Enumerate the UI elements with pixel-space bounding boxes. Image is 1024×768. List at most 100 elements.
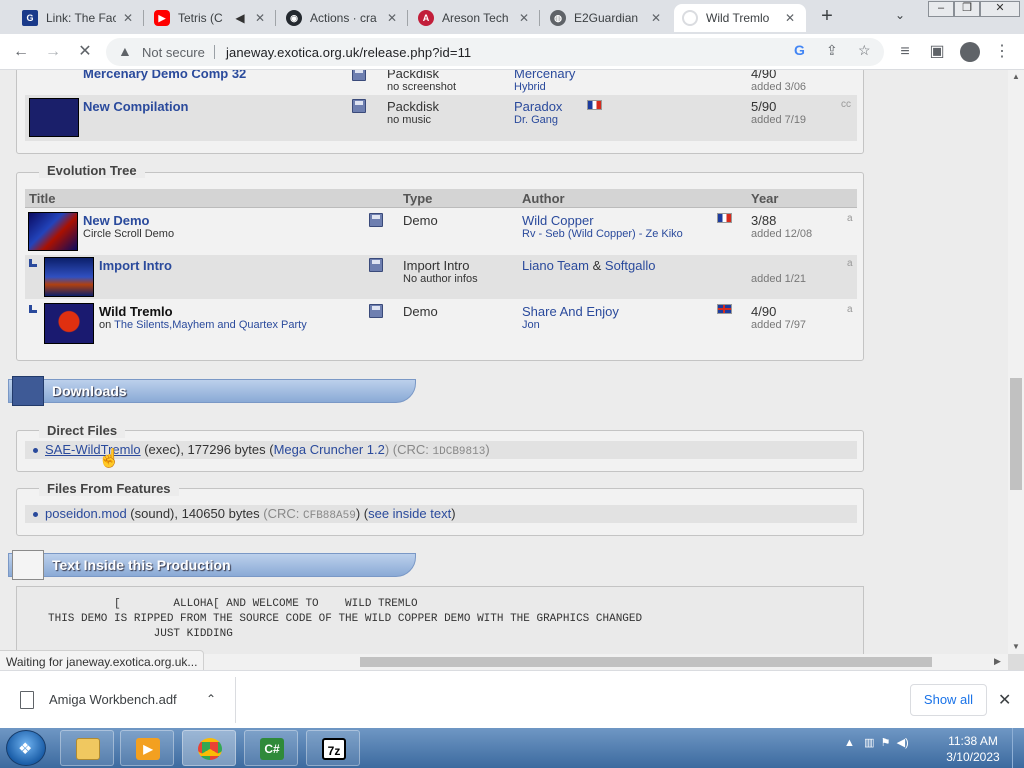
scroll-right-icon[interactable]: ▶ xyxy=(994,656,1001,667)
cruncher-link[interactable]: Mega Cruncher 1.2 xyxy=(274,442,385,457)
close-tab-icon[interactable]: ✕ xyxy=(516,11,532,25)
tab-actions[interactable]: ◉ Actions · cra ✕ xyxy=(278,4,408,32)
restore-window-button[interactable]: ❐ xyxy=(954,1,980,17)
compilation-author[interactable]: Mercenary xyxy=(514,70,575,81)
side-panel-icon[interactable]: ▣ xyxy=(926,41,948,63)
table-row: Wild Tremlo on The Silents,Mayhem and Qu… xyxy=(25,301,857,347)
column-header-type[interactable]: Type xyxy=(403,191,432,206)
production-author[interactable]: Wild Copper xyxy=(522,213,594,228)
tab-link-the-fac[interactable]: G Link: The Fac ✕ xyxy=(14,4,144,32)
vertical-scrollbar[interactable]: ▲ ▼ xyxy=(1008,70,1024,654)
close-tab-icon[interactable]: ✕ xyxy=(648,11,664,25)
tab-wild-tremlo[interactable]: Wild Tremlo ✕ xyxy=(674,4,806,32)
floppy-disk-icon xyxy=(369,213,383,227)
start-button[interactable]: ❖ xyxy=(6,730,46,766)
see-inside-text-link[interactable]: see inside text xyxy=(368,506,451,521)
scroll-down-icon[interactable]: ▼ xyxy=(1012,642,1020,651)
areson-icon: A xyxy=(418,10,434,26)
close-shelf-icon[interactable]: ✕ xyxy=(998,690,1011,710)
bullet-icon xyxy=(33,448,38,453)
network-icon[interactable]: ▥ xyxy=(864,737,874,749)
tab-search-chevron-icon[interactable]: ⌄ xyxy=(895,8,905,22)
production-author-members[interactable]: Jon xyxy=(522,319,540,331)
chevron-up-icon[interactable]: ⌃ xyxy=(206,692,216,706)
google-lens-icon[interactable]: G xyxy=(794,42,805,58)
production-title[interactable]: Import Intro xyxy=(99,258,172,273)
compilation-thumbnail[interactable] xyxy=(29,98,79,137)
scrollbar-thumb[interactable] xyxy=(360,657,932,667)
show-desktop-button[interactable] xyxy=(1012,728,1024,768)
feature-file-link[interactable]: poseidon.mod xyxy=(45,506,127,521)
tab-areson-tech[interactable]: A Areson Tech ✕ xyxy=(410,4,540,32)
audio-playing-icon[interactable]: ◀ xyxy=(232,11,248,25)
warning-triangle-icon[interactable]: ▲ xyxy=(118,43,132,59)
text-inside-title: Text Inside this Production xyxy=(52,557,231,573)
production-title[interactable]: New Demo xyxy=(83,213,149,228)
table-header: Title Type Author Year xyxy=(25,189,857,208)
author-link[interactable]: Softgallo xyxy=(605,258,656,273)
new-tab-button[interactable]: + xyxy=(816,6,838,28)
compilation-title[interactable]: Mercenary Demo Comp 32 xyxy=(83,70,246,81)
back-arrow-icon[interactable]: ← xyxy=(10,41,32,63)
taskbar-explorer[interactable] xyxy=(60,730,114,766)
close-tab-icon[interactable]: ✕ xyxy=(384,11,400,25)
menu-kebab-icon[interactable]: ⋮ xyxy=(991,41,1013,63)
scroll-up-icon[interactable]: ▲ xyxy=(1012,72,1020,81)
action-center-flag-icon[interactable]: ⚑ xyxy=(881,737,891,749)
stop-loading-icon[interactable]: ✕ xyxy=(74,41,96,63)
bullet-icon xyxy=(33,512,38,517)
show-hidden-icons-icon[interactable]: ▲ xyxy=(844,737,855,749)
download-file-link[interactable]: SAE-WildTremlo xyxy=(45,442,141,457)
media-player-icon: ▶ xyxy=(136,738,160,760)
floppy-disk-icon xyxy=(369,304,383,318)
tab-tetris[interactable]: ▶ Tetris (C ◀ ✕ xyxy=(146,4,276,32)
taskbar-csharp[interactable]: C# xyxy=(244,730,298,766)
compilation-type: Packdisk xyxy=(387,99,440,114)
compilation-group[interactable]: Hybrid xyxy=(514,81,546,93)
url-text[interactable]: janeway.exotica.org.uk/release.php?id=11 xyxy=(226,45,471,60)
media-control-icon[interactable]: ≡ xyxy=(894,41,916,63)
platform-code: cc xyxy=(841,99,851,110)
tab-e2guardian[interactable]: ◍ E2Guardian ✕ xyxy=(542,4,672,32)
profile-avatar[interactable] xyxy=(960,42,980,62)
share-icon[interactable]: ⇪ xyxy=(826,42,838,59)
download-item[interactable]: Amiga Workbench.adf xyxy=(49,692,177,707)
security-label[interactable]: Not secure xyxy=(142,45,205,60)
production-author[interactable]: Share And Enjoy xyxy=(522,304,619,319)
close-tab-icon[interactable]: ✕ xyxy=(782,11,798,25)
party-link[interactable]: The Silents,Mayhem and Quartex Party xyxy=(114,319,307,331)
show-all-button[interactable]: Show all xyxy=(910,684,987,716)
production-author-members[interactable]: Rv - Seb (Wild Copper) - Ze Kiko xyxy=(522,228,683,240)
taskbar-chrome[interactable] xyxy=(182,730,236,766)
taskbar-media-player[interactable]: ▶ xyxy=(120,730,174,766)
windows-logo-icon: ❖ xyxy=(18,741,33,758)
evolution-tree-legend: Evolution Tree xyxy=(39,163,145,178)
column-header-title[interactable]: Title xyxy=(29,191,56,206)
author-link[interactable]: Liano Team xyxy=(522,258,589,273)
compilation-title[interactable]: New Compilation xyxy=(83,99,188,114)
minimize-window-button[interactable]: – xyxy=(928,1,954,17)
taskbar-7zip[interactable]: 7z xyxy=(306,730,360,766)
tab-title: Actions · cra xyxy=(310,11,377,25)
bookmark-star-icon[interactable]: ☆ xyxy=(858,42,871,59)
close-tab-icon[interactable]: ✕ xyxy=(252,11,268,25)
close-tab-icon[interactable]: ✕ xyxy=(120,11,136,25)
compilation-author[interactable]: Paradox xyxy=(514,99,562,114)
column-header-year[interactable]: Year xyxy=(751,191,778,206)
production-thumbnail[interactable] xyxy=(44,303,94,344)
production-thumbnail[interactable] xyxy=(28,212,78,251)
column-header-author[interactable]: Author xyxy=(522,191,565,206)
downloads-section-header: Downloads xyxy=(8,376,420,406)
scrollbar-thumb[interactable] xyxy=(1010,378,1022,490)
compilation-group[interactable]: Dr. Gang xyxy=(514,114,558,126)
clock[interactable]: 11:38 AM 3/10/2023 xyxy=(938,733,1008,765)
production-thumbnail[interactable] xyxy=(44,257,94,297)
volume-icon[interactable]: ◀) xyxy=(897,737,909,749)
address-bar[interactable]: ▲ Not secure janeway.exotica.org.uk/rele… xyxy=(106,38,884,66)
download-shelf: Amiga Workbench.adf ⌃ Show all ✕ xyxy=(0,670,1024,728)
tree-branch-icon xyxy=(29,305,37,313)
file-icon xyxy=(20,691,34,709)
close-window-button[interactable]: ✕ xyxy=(980,1,1020,17)
forward-arrow-icon[interactable]: → xyxy=(42,41,64,63)
production-party: on The Silents,Mayhem and Quartex Party xyxy=(99,319,307,331)
